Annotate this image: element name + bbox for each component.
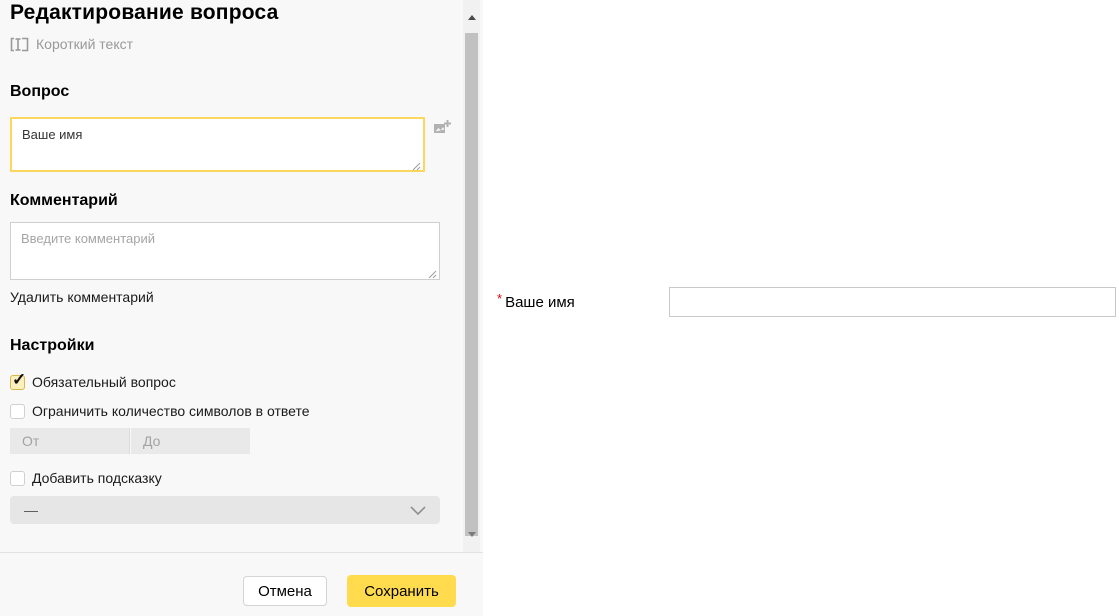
- editor-scroll-area: Редактирование вопроса: [0, 0, 463, 552]
- question-label: Вопрос: [10, 83, 69, 101]
- checkbox-unchecked-icon[interactable]: ✓: [10, 471, 25, 486]
- required-asterisk: *: [497, 291, 502, 306]
- comment-label: Комментарий: [10, 192, 118, 210]
- preview-answer-input[interactable]: [669, 287, 1116, 317]
- form-preview-panel: *Ваше имя: [483, 0, 1119, 616]
- hint-select-dropdown[interactable]: —: [10, 496, 440, 524]
- question-type-row: Короткий текст: [10, 36, 133, 52]
- settings-heading: Настройки: [10, 337, 94, 355]
- add-image-icon: [433, 118, 451, 136]
- limit-characters-checkbox-row[interactable]: ✓ Ограничить количество символов в ответ…: [10, 403, 310, 419]
- question-type-label: Короткий текст: [36, 36, 133, 52]
- scroll-down-button[interactable]: [463, 537, 480, 552]
- page-title: Редактирование вопроса: [10, 1, 279, 25]
- limit-to-input[interactable]: [131, 428, 250, 454]
- scroll-down-arrow-icon: [468, 532, 476, 552]
- cancel-button[interactable]: Отмена: [243, 576, 327, 606]
- required-question-label: Обязательный вопрос: [32, 374, 176, 390]
- editor-panel: Редактирование вопроса: [0, 0, 483, 616]
- add-hint-label: Добавить подсказку: [32, 470, 162, 486]
- comment-input[interactable]: [10, 222, 440, 280]
- preview-question-label-text: Ваше имя: [505, 294, 575, 311]
- checkbox-unchecked-icon[interactable]: ✓: [10, 404, 25, 419]
- scrollbar-thumb[interactable]: [465, 33, 478, 536]
- add-image-button[interactable]: [432, 118, 452, 138]
- limit-from-input[interactable]: [10, 428, 130, 454]
- short-text-icon: [10, 37, 29, 52]
- chevron-down-icon: [410, 506, 426, 515]
- hint-select-value: —: [24, 502, 38, 518]
- save-button[interactable]: Сохранить: [347, 575, 456, 607]
- checkbox-checked-icon[interactable]: ✓: [10, 375, 25, 390]
- question-text-input[interactable]: Ваше имя: [10, 117, 425, 172]
- add-hint-checkbox-row[interactable]: ✓ Добавить подсказку: [10, 470, 162, 486]
- question-editor-window: Редактирование вопроса: [0, 0, 1119, 616]
- required-question-checkbox-row[interactable]: ✓ Обязательный вопрос: [10, 374, 176, 390]
- scroll-up-button[interactable]: [463, 0, 480, 15]
- scroll-up-arrow-icon: [468, 0, 476, 20]
- delete-comment-link[interactable]: Удалить комментарий: [10, 289, 154, 305]
- limit-characters-label: Ограничить количество символов в ответе: [32, 403, 310, 419]
- checkmark-icon: ✓: [12, 370, 26, 390]
- vertical-scrollbar[interactable]: [463, 0, 480, 552]
- preview-question-label: *Ваше имя: [497, 291, 575, 311]
